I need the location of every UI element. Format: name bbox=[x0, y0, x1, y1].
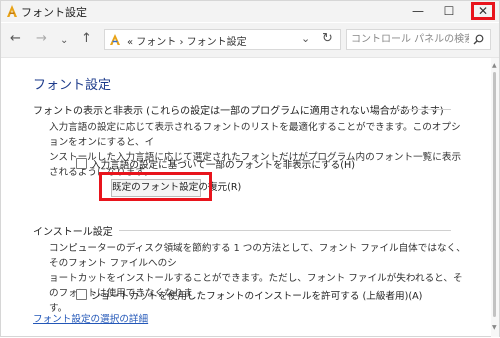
install-section-heading: インストール設定 bbox=[33, 227, 113, 238]
address-bar[interactable]: « フォント › フォント設定 ⌄ ↻ bbox=[104, 29, 341, 50]
vertical-scrollbar[interactable]: ▲ ▼ bbox=[491, 58, 499, 337]
scroll-thumb[interactable] bbox=[493, 72, 496, 317]
main-content: フォント設定 フォントの表示と非表示 (これらの設定は一部のプログラムに適用され… bbox=[1, 58, 491, 338]
forward-button[interactable]: → bbox=[36, 32, 47, 46]
scroll-up-arrow-icon[interactable]: ▲ bbox=[492, 62, 497, 69]
description-line: コンピューターのディスク領域を節約する 1 つの方法として、フォント ファイル自… bbox=[49, 243, 466, 269]
hide-fonts-checkbox[interactable] bbox=[76, 158, 87, 169]
restore-button-highlight bbox=[99, 172, 212, 201]
minimize-button[interactable]: — bbox=[403, 1, 433, 22]
section-divider bbox=[119, 230, 451, 231]
allow-shortcut-install-checkbox[interactable] bbox=[76, 289, 87, 300]
address-dropdown-button[interactable]: ⌄ bbox=[301, 32, 310, 45]
show-hide-description: 入力言語の設定に応じて表示されるフォントのリストを最適化することができます。この… bbox=[49, 120, 469, 180]
window-title: フォント設定 bbox=[21, 6, 87, 19]
back-button[interactable]: ← bbox=[10, 32, 21, 46]
hide-fonts-checkbox-label[interactable]: 入力言語の設定に基づいて一部のフォントを非表示にする(H) bbox=[91, 160, 355, 171]
page-title: フォント設定 bbox=[33, 78, 112, 93]
recent-locations-button[interactable]: ⌄ bbox=[60, 34, 68, 48]
install-description: コンピューターのディスク領域を節約する 1 つの方法として、フォント ファイル自… bbox=[49, 241, 469, 316]
scroll-down-arrow-icon[interactable]: ▼ bbox=[492, 324, 497, 331]
up-button[interactable]: ↑ bbox=[81, 32, 92, 46]
search-input[interactable] bbox=[351, 32, 469, 47]
search-box[interactable] bbox=[346, 29, 491, 50]
hide-fonts-checkbox-row[interactable]: 入力言語の設定に基づいて一部のフォントを非表示にする(H) bbox=[76, 157, 355, 171]
search-icon[interactable] bbox=[473, 34, 484, 45]
fonts-folder-icon bbox=[110, 34, 120, 45]
close-button-highlight bbox=[471, 2, 495, 20]
maximize-button[interactable]: ☐ bbox=[434, 1, 464, 22]
breadcrumb[interactable]: « フォント › フォント設定 bbox=[127, 33, 247, 48]
fonts-app-icon bbox=[7, 5, 17, 17]
section-divider bbox=[373, 109, 451, 110]
title-bar[interactable]: フォント設定 — ☐ ✕ bbox=[1, 1, 499, 22]
navigation-bar: ← → ⌄ ↑ « フォント › フォント設定 ⌄ ↻ bbox=[1, 23, 499, 58]
allow-shortcut-install-checkbox-label[interactable]: ショートカットを使用したフォントのインストールを許可する (上級者用)(A) bbox=[91, 291, 422, 302]
refresh-button[interactable]: ↻ bbox=[322, 31, 333, 46]
allow-shortcut-install-checkbox-row[interactable]: ショートカットを使用したフォントのインストールを許可する (上級者用)(A) bbox=[76, 288, 422, 302]
description-line: 入力言語の設定に応じて表示されるフォントのリストを最適化することができます。この… bbox=[49, 122, 461, 148]
font-settings-window: フォント設定 — ☐ ✕ ← → ⌄ ↑ « フォント › フォント設定 ⌄ ↻ bbox=[0, 0, 500, 337]
font-settings-help-link[interactable]: フォント設定の選択の詳細 bbox=[33, 311, 148, 325]
